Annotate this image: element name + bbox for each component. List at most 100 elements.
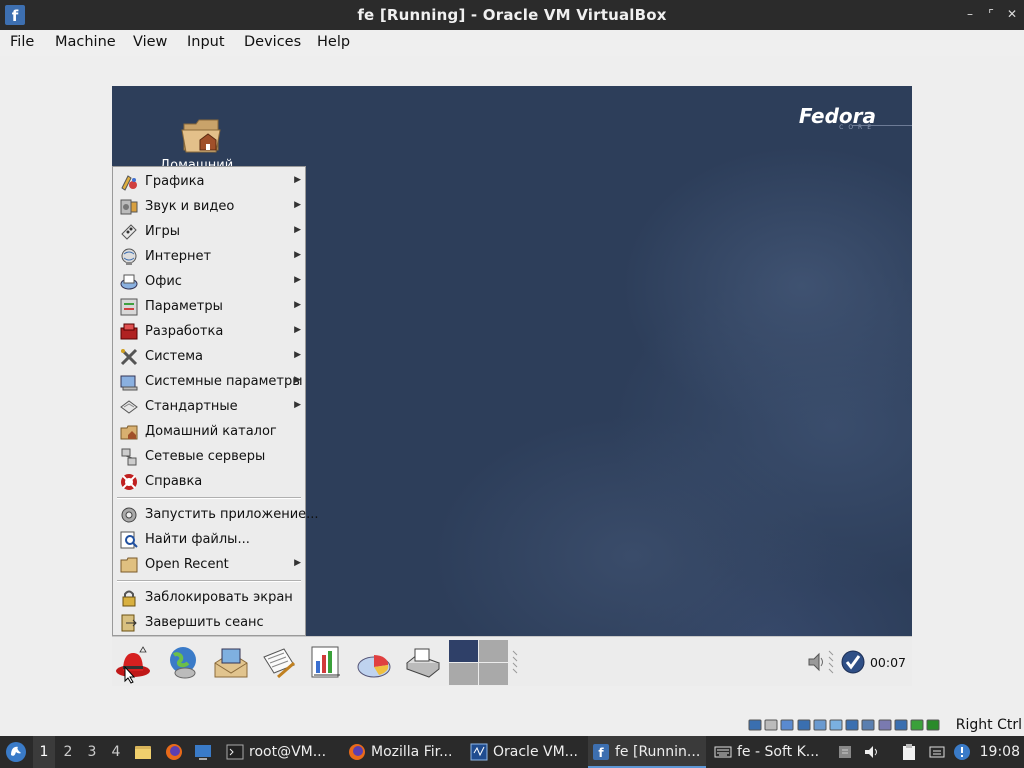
task-vm-window-label: fe [Runnin... xyxy=(615,744,701,760)
menu-item-label: Разработка xyxy=(145,324,224,339)
presentation-launcher-icon[interactable] xyxy=(355,643,393,681)
host-key-label[interactable]: Right Ctrl xyxy=(956,717,1022,733)
menu-devices[interactable]: Devices xyxy=(244,34,301,50)
recording-icon[interactable] xyxy=(878,718,892,732)
menu-file[interactable]: File xyxy=(10,34,34,50)
menu-item-label: Завершить сеанс xyxy=(145,615,264,630)
panel-handle[interactable] xyxy=(512,649,518,675)
menu-machine[interactable]: Machine xyxy=(55,34,116,50)
spreadsheet-launcher-icon[interactable] xyxy=(308,643,346,681)
close-button[interactable]: ✕ xyxy=(1004,6,1020,22)
menu-item-sound-video[interactable]: Звук и видео ▶ xyxy=(113,194,305,219)
guest-clock[interactable]: 00:07 xyxy=(870,655,906,670)
task-terminal[interactable]: root@VM... xyxy=(222,736,340,768)
menu-item-development[interactable]: Разработка ▶ xyxy=(113,319,305,344)
menu-item-label: Системные параметры xyxy=(145,374,303,389)
menu-separator xyxy=(117,497,301,499)
lock-icon xyxy=(122,590,136,607)
menu-view[interactable]: View xyxy=(133,34,167,50)
task-vm-window[interactable]: f fe [Runnin... xyxy=(588,736,706,768)
cpu-icon[interactable] xyxy=(894,718,908,732)
firefox-icon xyxy=(349,744,365,760)
menu-item-internet[interactable]: Интернет ▶ xyxy=(113,244,305,269)
menu-input[interactable]: Input xyxy=(187,34,225,50)
menu-item-games[interactable]: Игры ▶ xyxy=(113,219,305,244)
mouse-integration-icon[interactable] xyxy=(910,718,924,732)
guest-display[interactable]: Fedora CORE Домашний Графика▶Звук и виде… xyxy=(112,86,912,686)
menu-item-lock[interactable]: Заблокировать экран xyxy=(113,585,305,610)
mail-launcher-icon[interactable] xyxy=(212,643,250,681)
menu-item-label: Сетевые серверы xyxy=(145,449,266,464)
task-firefox[interactable]: Mozilla Fir... xyxy=(344,736,462,768)
menu-item-home-folder[interactable]: Домашний каталог xyxy=(113,419,305,444)
help-icon xyxy=(121,474,137,490)
video-capture-icon[interactable] xyxy=(861,718,875,732)
tray-volume-icon[interactable] xyxy=(863,743,881,761)
update-check-icon[interactable] xyxy=(840,649,866,675)
host-taskbar: 1 2 3 4 root@VM... Mozilla Fir... Oracle… xyxy=(0,736,1024,768)
tray-network-icon[interactable] xyxy=(928,743,946,761)
panel-handle-2[interactable] xyxy=(828,649,834,675)
home-folder-icon xyxy=(120,425,138,440)
writer-launcher-icon[interactable] xyxy=(260,643,298,681)
window-title: fe [Running] - Oracle VM VirtualBox xyxy=(357,6,667,24)
desktop-launcher-icon[interactable] xyxy=(194,743,212,761)
start-menu-icon[interactable] xyxy=(5,741,27,763)
menu-item-search-files[interactable]: Найти файлы... xyxy=(113,527,305,552)
menu-item-graphics[interactable]: Графика ▶ xyxy=(113,169,305,194)
shared-folders-icon[interactable] xyxy=(829,718,843,732)
development-icon xyxy=(120,323,138,340)
workspace-button-3[interactable]: 3 xyxy=(81,736,103,768)
host-clock[interactable]: 19:08 xyxy=(980,736,1020,768)
submenu-arrow-icon: ▶ xyxy=(294,375,301,385)
menu-help[interactable]: Help xyxy=(317,34,350,50)
menu-item-help[interactable]: Справка xyxy=(113,469,305,494)
menu-item-network-servers[interactable]: Сетевые серверы xyxy=(113,444,305,469)
keyboard-capture-icon[interactable] xyxy=(926,718,940,732)
task-terminal-label: root@VM... xyxy=(249,744,327,760)
task-virtualbox-manager[interactable]: Oracle VM... xyxy=(466,736,584,768)
file-manager-launcher-icon[interactable] xyxy=(134,743,152,761)
menu-item-preferences[interactable]: Параметры ▶ xyxy=(113,294,305,319)
menu-item-accessories[interactable]: Стандартные ▶ xyxy=(113,394,305,419)
audio-icon[interactable] xyxy=(780,718,794,732)
network-adapter-icon[interactable] xyxy=(797,718,811,732)
restore-button[interactable]: ⌜ xyxy=(983,6,999,22)
mouse-pointer-icon xyxy=(124,666,136,684)
print-manager-launcher-icon[interactable] xyxy=(403,643,441,681)
menu-item-recent-folder[interactable]: Open Recent ▶ xyxy=(113,552,305,577)
virtualbox-icon xyxy=(470,743,488,761)
workspace-button-1[interactable]: 1 xyxy=(33,736,55,768)
menu-item-system-settings[interactable]: Системные параметры ▶ xyxy=(113,369,305,394)
workspace-3[interactable] xyxy=(449,663,478,685)
guest-panel: 00:07 xyxy=(112,636,912,686)
menu-separator xyxy=(117,580,301,582)
usb-icon[interactable] xyxy=(813,718,827,732)
menu-item-label: Звук и видео xyxy=(145,199,235,214)
preferences-icon xyxy=(120,298,138,316)
tray-clipboard-icon[interactable] xyxy=(900,743,918,761)
menu-item-logout[interactable]: Завершить сеанс xyxy=(113,610,305,635)
submenu-arrow-icon: ▶ xyxy=(294,325,301,335)
tray-update-icon[interactable] xyxy=(953,743,971,761)
workspace-1[interactable] xyxy=(449,640,478,662)
task-soft-keyboard[interactable]: fe - Soft K... xyxy=(710,736,828,768)
menu-item-label: Домашний каталог xyxy=(145,424,277,439)
firefox-launcher-icon[interactable] xyxy=(165,743,183,761)
workspace-4[interactable] xyxy=(479,663,508,685)
workspace-button-4[interactable]: 4 xyxy=(105,736,127,768)
home-folder-desktop-icon[interactable] xyxy=(180,114,224,156)
menu-item-run-application[interactable]: Запустить приложение... xyxy=(113,502,319,527)
minimize-button[interactable]: – xyxy=(962,6,978,22)
workspace-button-2[interactable]: 2 xyxy=(57,736,79,768)
hard-disk-icon[interactable] xyxy=(748,718,762,732)
workspace-2[interactable] xyxy=(479,640,508,662)
optical-drive-icon[interactable] xyxy=(764,718,778,732)
tray-package-icon[interactable] xyxy=(836,743,854,761)
web-browser-launcher-icon[interactable] xyxy=(164,643,202,681)
menu-item-office[interactable]: Офис ▶ xyxy=(113,269,305,294)
volume-icon[interactable] xyxy=(806,651,828,673)
workspace-pager[interactable] xyxy=(449,640,509,686)
display-icon[interactable] xyxy=(845,718,859,732)
menu-item-system-tools[interactable]: Система ▶ xyxy=(113,344,305,369)
